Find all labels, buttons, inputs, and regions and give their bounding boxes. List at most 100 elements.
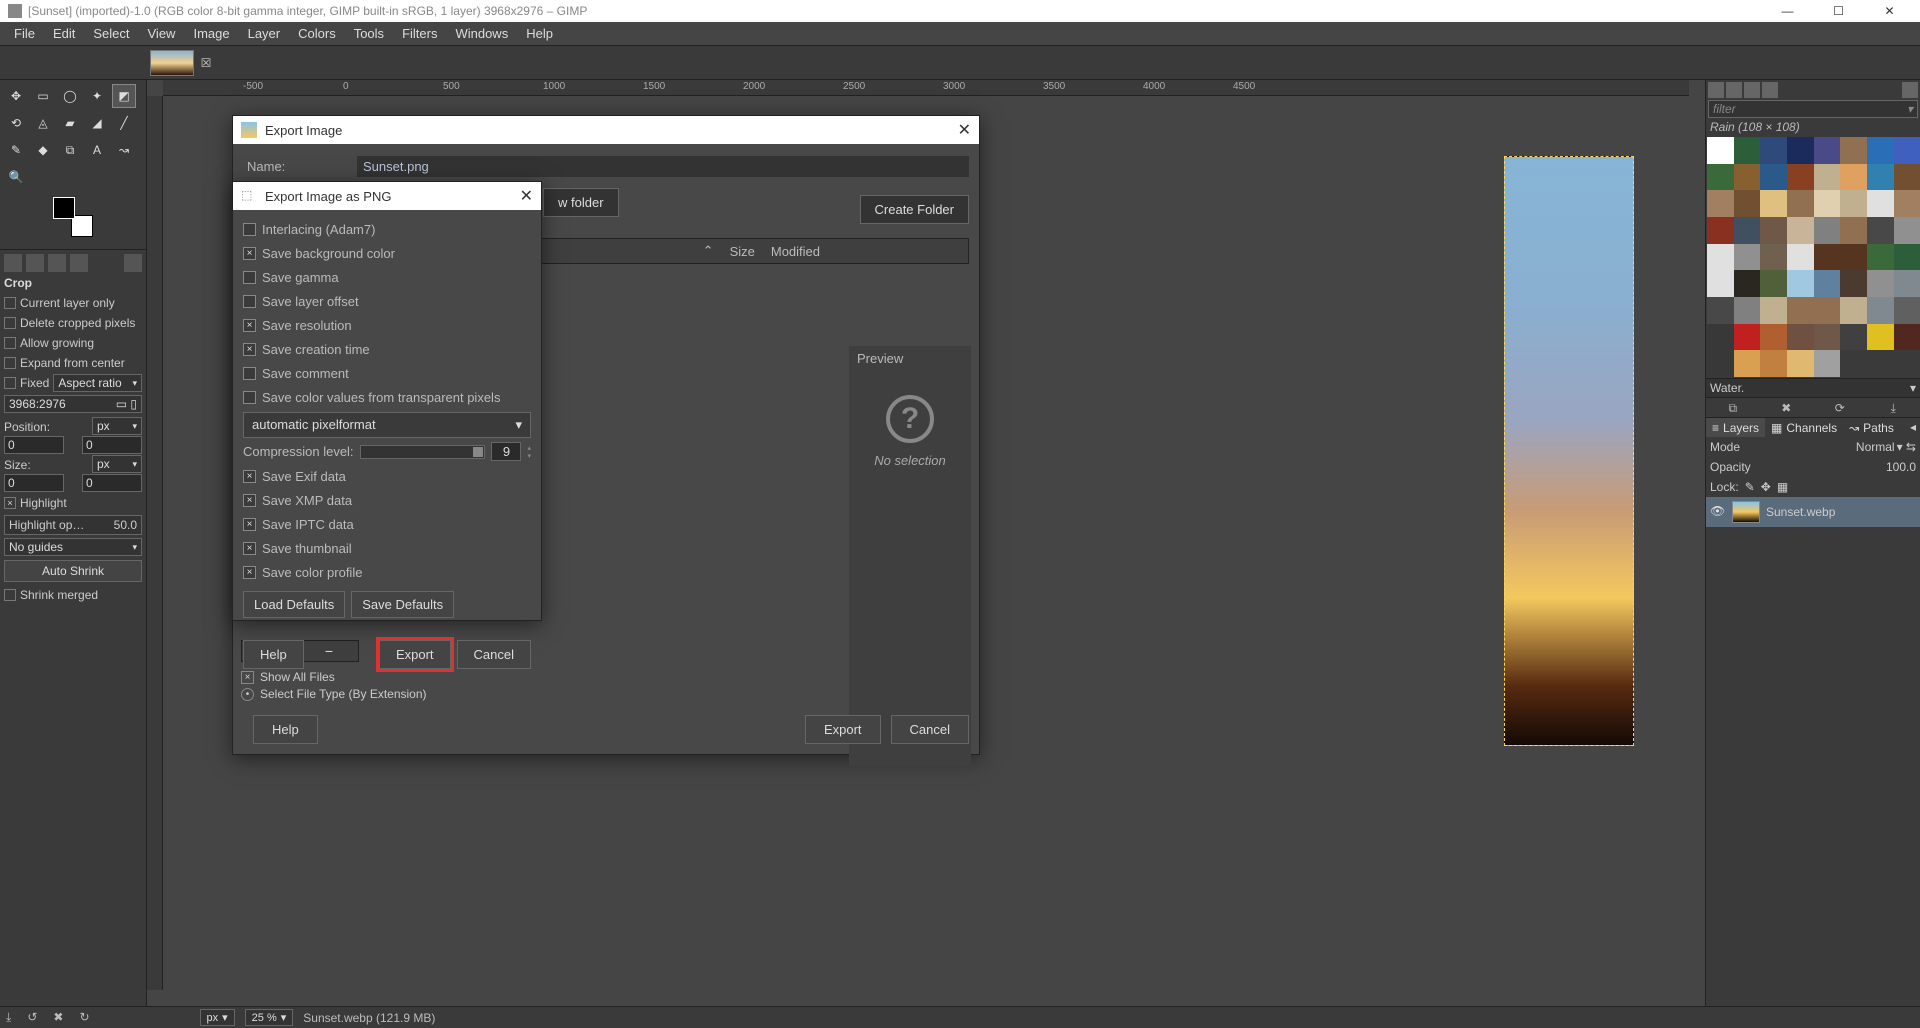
duplicate-icon[interactable]: ⧉	[1725, 400, 1741, 416]
menu-windows[interactable]: Windows	[447, 23, 516, 44]
checkbox[interactable]	[4, 297, 16, 309]
redo-icon[interactable]: ↻	[79, 1010, 89, 1025]
wand-tool-icon[interactable]: ✦	[85, 84, 109, 108]
checkbox-saveexif[interactable]	[243, 470, 256, 483]
checkbox[interactable]	[4, 317, 16, 329]
bucket-tool-icon[interactable]: ▰	[58, 111, 82, 135]
aspect-ratio-select[interactable]: Aspect ratio▾	[53, 374, 142, 392]
checkbox[interactable]	[4, 357, 16, 369]
load-defaults-button[interactable]: Load Defaults	[243, 591, 345, 618]
size-column[interactable]: Size	[722, 241, 763, 262]
folder-button[interactable]: w folder	[543, 188, 619, 217]
export-button[interactable]: Export	[379, 640, 451, 669]
menu-colors[interactable]: Colors	[290, 23, 344, 44]
help-button[interactable]: Help	[243, 640, 304, 669]
checkbox-savecomment[interactable]	[243, 367, 256, 380]
checkbox-savecolorprofile[interactable]	[243, 566, 256, 579]
dock-icon[interactable]	[1708, 82, 1724, 98]
menu-view[interactable]: View	[140, 23, 184, 44]
menu-edit[interactable]: Edit	[45, 23, 83, 44]
open-icon[interactable]: ⤓	[1885, 400, 1901, 416]
modified-column[interactable]: Modified	[763, 241, 828, 262]
export-button[interactable]: Export	[805, 715, 881, 744]
tabicon[interactable]	[70, 254, 88, 272]
menu-filters[interactable]: Filters	[394, 23, 445, 44]
panel-menu-icon[interactable]: ◂	[1906, 418, 1920, 437]
visibility-icon[interactable]: 👁	[1710, 504, 1726, 520]
pattern-grid[interactable]	[1706, 136, 1920, 378]
move-tool-icon[interactable]: ✥	[4, 84, 28, 108]
brush-tool-icon[interactable]: ╱	[112, 111, 136, 135]
refresh-icon[interactable]: ⟳	[1832, 400, 1848, 416]
close-icon[interactable]: ✕	[520, 186, 533, 206]
pos-y-input[interactable]	[82, 436, 142, 454]
dialog-titlebar[interactable]: Export Image ✕	[233, 116, 979, 144]
channels-tab[interactable]: ▦Channels	[1765, 418, 1843, 437]
pencil-tool-icon[interactable]: ✎	[4, 138, 28, 162]
unit-select[interactable]: px ▾	[200, 1009, 235, 1026]
dock-icon[interactable]	[1726, 82, 1742, 98]
tabicon[interactable]	[48, 254, 66, 272]
pattern-select-label[interactable]: Water.▾	[1706, 378, 1920, 397]
checkbox[interactable]: ×	[4, 497, 16, 509]
status-icon[interactable]: ⤓	[6, 1010, 11, 1025]
ratio-field[interactable]: 3968:2976▭ ▯	[4, 395, 142, 413]
clone-tool-icon[interactable]: ⧉	[58, 138, 82, 162]
dialog-titlebar[interactable]: ⬚ Export Image as PNG ✕	[233, 182, 541, 210]
checkbox-interlacing[interactable]	[243, 223, 256, 236]
maximize-button[interactable]: ☐	[1816, 0, 1861, 22]
cancel-button[interactable]: Cancel	[891, 715, 969, 744]
blend-mode-select[interactable]: Normal ▾ ⇆	[1856, 440, 1916, 454]
checkbox[interactable]	[4, 589, 16, 601]
filename-input[interactable]: Sunset.png	[357, 156, 969, 177]
size-unit[interactable]: px▾	[92, 455, 142, 473]
compression-slider[interactable]	[360, 445, 486, 459]
checkbox-savelayer[interactable]	[243, 295, 256, 308]
pos-x-input[interactable]	[4, 436, 64, 454]
dock-icon[interactable]	[1762, 82, 1778, 98]
rotate-tool-icon[interactable]: ⟲	[4, 111, 28, 135]
save-defaults-button[interactable]: Save Defaults	[351, 591, 454, 618]
checkbox-saveres[interactable]	[243, 319, 256, 332]
menu-file[interactable]: File	[6, 23, 43, 44]
lock-alpha-icon[interactable]: ▦	[1777, 480, 1788, 494]
cancel-button[interactable]: Cancel	[457, 640, 531, 669]
radio[interactable]: •	[241, 688, 254, 701]
compression-value[interactable]: 9	[491, 442, 521, 461]
checkbox-savetransparent[interactable]	[243, 391, 256, 404]
size-y-input[interactable]	[82, 474, 142, 492]
delete-icon[interactable]: ✖	[1778, 400, 1794, 416]
tabicon[interactable]	[4, 254, 22, 272]
zoom-tool-icon[interactable]: 🔍	[4, 165, 28, 189]
layer-item[interactable]: 👁 Sunset.webp	[1706, 497, 1920, 527]
checkbox-savebg[interactable]	[243, 247, 256, 260]
close-tab-icon[interactable]: ☒	[198, 55, 214, 71]
gradient-tool-icon[interactable]: ◢	[85, 111, 109, 135]
close-button[interactable]: ✕	[1867, 0, 1912, 22]
text-tool-icon[interactable]: A	[85, 138, 109, 162]
auto-shrink-button[interactable]: Auto Shrink	[4, 560, 142, 582]
menu-layer[interactable]: Layer	[240, 23, 289, 44]
crop-tool-icon[interactable]: ◩	[112, 84, 136, 108]
dock-icon[interactable]	[1744, 82, 1760, 98]
lock-pixels-icon[interactable]: ✎	[1745, 480, 1755, 494]
checkbox[interactable]	[4, 377, 16, 389]
undo-icon[interactable]: ↺	[27, 1010, 37, 1025]
size-x-input[interactable]	[4, 474, 64, 492]
create-folder-button[interactable]: Create Folder	[860, 195, 969, 224]
checkbox-savegamma[interactable]	[243, 271, 256, 284]
pattern-filter[interactable]: filter▾	[1708, 100, 1918, 118]
fgbg-color[interactable]	[53, 197, 93, 237]
menu-help[interactable]: Help	[518, 23, 561, 44]
paths-tab[interactable]: ↝Paths	[1843, 418, 1900, 437]
minimize-button[interactable]: —	[1765, 0, 1810, 22]
delete-icon[interactable]: ✖	[53, 1010, 63, 1025]
highlight-opacity-slider[interactable]: Highlight op…50.0	[4, 515, 142, 535]
pixelformat-select[interactable]: automatic pixelformat▾	[243, 412, 531, 438]
eraser-tool-icon[interactable]: ◆	[31, 138, 55, 162]
dock-menu-icon[interactable]	[1902, 82, 1918, 98]
close-icon[interactable]: ✕	[958, 120, 971, 140]
layer-name[interactable]: Sunset.webp	[1766, 505, 1835, 519]
menu-image[interactable]: Image	[185, 23, 237, 44]
opacity-value[interactable]: 100.0	[1886, 460, 1916, 474]
